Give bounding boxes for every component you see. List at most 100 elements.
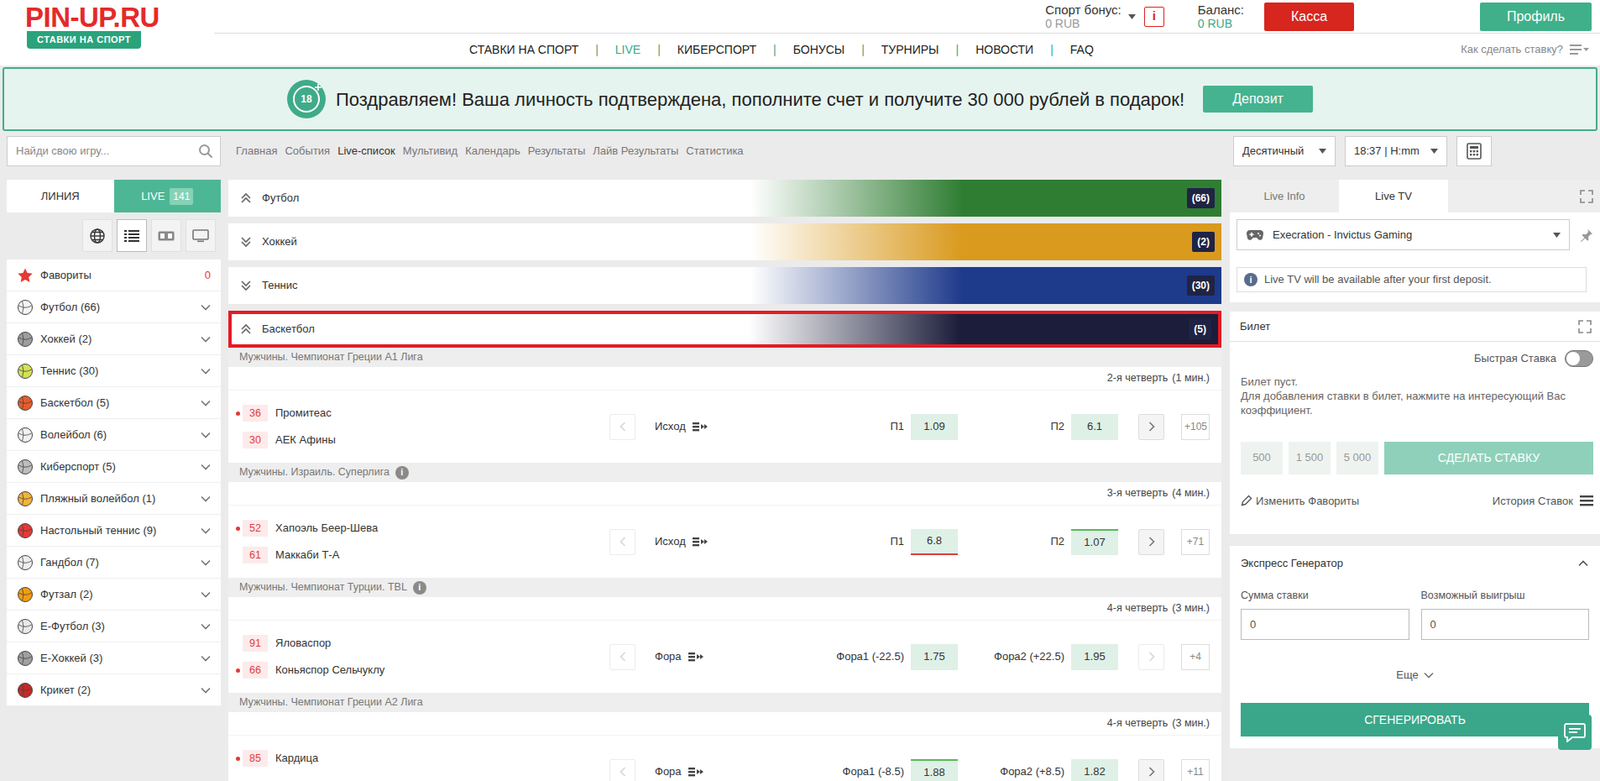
calculator-icon[interactable] [1466,142,1482,160]
more-markets-button[interactable]: +71 [1181,528,1210,555]
next-market-button[interactable] [1138,413,1165,440]
quick-bet-toggle[interactable] [1564,350,1594,367]
odds-button[interactable]: 1.82 [1071,758,1119,781]
double-chevron-icon[interactable] [240,279,252,292]
caret-down-icon[interactable] [1430,148,1438,154]
info-button[interactable]: i [1144,6,1165,27]
expand-icon[interactable] [1579,189,1594,204]
double-chevron-icon[interactable] [240,235,252,248]
nav-item[interactable]: СТАВКИ НА СПОРТ [469,41,579,59]
chevron-down-icon[interactable] [200,527,211,534]
team-name[interactable]: Яловаспор [275,634,331,652]
caret-down-icon[interactable] [1128,14,1136,20]
sport-category[interactable]: Теннис(30) [228,266,1222,304]
sub-nav-link[interactable]: Результаты [528,142,586,160]
chat-icon[interactable] [1563,721,1586,743]
help-menu-icon[interactable] [1569,42,1590,57]
time-format-select[interactable]: 18:37 | H:mm [1344,135,1448,167]
event-select[interactable]: Execration - Invictus Gaming [1236,219,1570,251]
nav-item[interactable]: КИБЕРСПОРТ [677,41,757,59]
chevron-down-icon[interactable] [200,367,211,375]
sport-item[interactable]: Футзал (2) [6,578,221,611]
sub-nav-link[interactable]: Главная [235,142,278,160]
sport-item[interactable]: Киберспорт (5) [6,450,221,483]
sport-item[interactable]: Теннис (30) [6,355,221,387]
nav-item[interactable]: FAQ [1070,41,1094,59]
odds-button[interactable]: 1.09 [910,413,958,440]
chevron-down-icon[interactable] [200,335,211,343]
stake-preset-button[interactable]: 500 [1240,441,1283,475]
live-tab[interactable]: Live Info [1229,179,1339,213]
nav-item[interactable]: БОНУСЫ [793,41,845,59]
more-label[interactable]: Еще [1396,666,1418,684]
sub-nav-link[interactable]: Статистика [685,142,743,160]
chevron-down-icon[interactable] [200,559,211,566]
info-icon[interactable]: i [395,465,409,480]
generate-button[interactable]: СГЕНЕРИРОВАТЬ [1240,702,1590,737]
sub-nav-link[interactable]: Лайв Результаты [592,142,679,160]
sport-item[interactable]: Баскетбол (5) [6,386,221,419]
sport-item[interactable]: Настольный теннис (9) [6,514,221,547]
sub-nav-link[interactable]: Мультивид [402,142,459,160]
express-header[interactable]: Экспресс Генератор [1229,545,1600,581]
odds-format-select[interactable]: Десятичный [1233,135,1336,167]
odds-button[interactable]: 1.95 [1071,643,1119,670]
chevron-down-icon[interactable] [200,495,211,502]
chevron-down-icon[interactable] [200,622,211,630]
nav-item[interactable]: ТУРНИРЫ [881,41,940,59]
more-options[interactable]: Еще [1240,666,1590,684]
calculator-button[interactable] [1456,135,1492,167]
info-icon[interactable]: i [413,580,427,595]
view-button[interactable] [82,219,113,252]
search-icon[interactable] [198,143,214,159]
sub-nav-link[interactable]: Календарь [465,142,521,160]
search-input[interactable] [15,142,199,160]
more-markets-button[interactable]: +4 [1181,643,1210,670]
team-name[interactable]: Кардица [275,749,319,767]
chevron-down-icon[interactable] [200,590,211,598]
sport-item[interactable]: Е-Хоккей (3) [6,642,221,675]
chevron-down-icon[interactable] [200,654,211,662]
chevron-down-icon[interactable] [200,303,211,311]
chevron-down-icon[interactable] [200,399,211,407]
expand-icon[interactable] [1578,319,1592,334]
pin-icon[interactable] [1579,228,1594,242]
list-icon[interactable] [1579,494,1594,507]
deposit-button[interactable]: Депозит [1202,85,1313,113]
sport-item[interactable]: Волейбол (6) [6,418,221,451]
next-market-button[interactable] [1138,758,1165,781]
sport-category[interactable]: Хоккей(2) [228,223,1222,261]
chevron-right-icon[interactable] [1148,766,1156,777]
profile-button[interactable]: Профиль [1479,2,1592,32]
nav-item[interactable]: НОВОСТИ [975,41,1034,59]
sport-item[interactable]: Фавориты0 [6,259,221,292]
team-name[interactable]: Маккаби Т-А [275,546,340,564]
bet-history-link[interactable]: История Ставок [1492,492,1594,510]
stake-input[interactable]: 0 [1240,608,1410,640]
sport-bonus[interactable]: Спорт бонус:0 RUB [1045,2,1136,31]
chevron-up-icon[interactable] [1578,559,1589,567]
tv-icon[interactable] [192,229,210,243]
pencil-icon[interactable] [1240,494,1253,507]
chevron-down-icon[interactable] [200,431,211,439]
live-tab[interactable]: Live TV [1338,179,1449,213]
sport-category[interactable]: Баскетбол(5) [228,310,1222,348]
bet-history-label[interactable]: История Ставок [1492,492,1574,510]
odds-button[interactable]: 1.88 [910,758,958,781]
team-name[interactable]: Промитеас [275,404,332,422]
help-link[interactable]: Как сделать ставку? [1460,41,1590,58]
odds-button[interactable]: 6.8 [910,528,958,555]
sport-item[interactable]: Гандбол (7) [6,546,221,579]
caret-down-icon[interactable] [1318,148,1327,154]
odds-button[interactable]: 1.07 [1071,528,1119,555]
sport-category[interactable]: Футбол(66) [228,179,1222,217]
chevron-down-icon[interactable] [1423,671,1434,679]
stake-preset-button[interactable]: 1 500 [1288,441,1331,475]
sub-nav-link[interactable]: События [284,142,330,160]
edit-favorites-label[interactable]: Изменить Фавориты [1255,492,1360,510]
odds-button[interactable]: 1.75 [910,643,958,670]
team-name[interactable]: Коньяспор Сельчуклу [275,661,385,679]
odds-button[interactable]: 6.1 [1071,413,1119,440]
team-name[interactable]: АЕК Афины [275,431,336,449]
chevron-down-icon[interactable] [200,686,211,694]
